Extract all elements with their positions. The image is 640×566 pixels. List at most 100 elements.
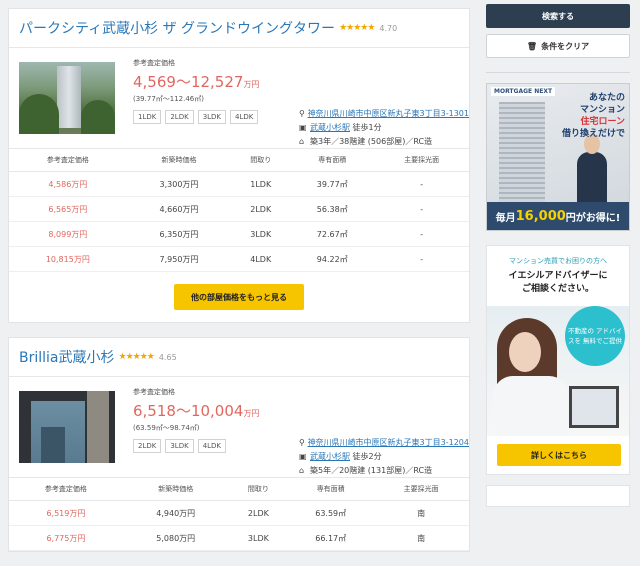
advisor-bubble: 不動産の アドバイスを 無料でご提供 (565, 306, 625, 366)
property-photo[interactable] (19, 62, 115, 134)
rating-value: 4.70 (379, 23, 398, 33)
cell-ref-price: 6,565万円 (9, 196, 127, 222)
property-name-link[interactable]: Brillia武蔵小杉 (19, 347, 115, 367)
property-info: ⚲ 神奈川県川崎市中原区新丸子東3丁目3-1301 ▣ 武蔵小杉駅 徒歩1分 ⌂ 築3… (299, 106, 469, 148)
layout-chip[interactable]: 4LDK (197, 439, 227, 453)
cell-area: 63.59㎡ (288, 500, 374, 526)
col-area: 専有面積 (290, 149, 375, 172)
col-ref-price: 参考査定価格 (9, 149, 127, 172)
advisor-body-image (493, 376, 569, 436)
advisor-ad-heading-line: イエシルアドバイザーに (508, 271, 608, 281)
property-card: パークシティ武蔵小杉 ザ グランドウイングタワー ★★★★★ 4.70 参考査定… (8, 8, 470, 323)
property-list: パークシティ武蔵小杉 ザ グランドウイングタワー ★★★★★ 4.70 参考査定… (8, 8, 470, 566)
tree-image (19, 94, 59, 134)
location-pin-icon: ⚲ (299, 437, 305, 447)
layout-chip[interactable]: 2LDK (165, 110, 194, 124)
price-range: 6,518〜10,004万円 (133, 400, 293, 421)
building-line: ⌂ 築3年／38階建 (506部屋)／RC造 (299, 134, 469, 148)
table-row[interactable]: 10,815万円 7,950万円 4LDK 94.22㎡ - (9, 246, 469, 272)
tower-image (499, 102, 545, 202)
table-row[interactable]: 6,775万円 5,080万円 3LDK 66.17㎡ 南 (9, 525, 469, 551)
cell-layout: 3LDK (228, 525, 289, 551)
cell-layout: 4LDK (231, 246, 291, 272)
ad-savings-suffix: 円がお得に! (565, 212, 621, 224)
search-button[interactable]: 検索する (486, 4, 630, 28)
property-header: パークシティ武蔵小杉 ザ グランドウイングタワー ★★★★★ 4.70 (9, 9, 469, 48)
price-unit: 万円 (243, 80, 260, 89)
advisor-ad-heading: イエシルアドバイザーに ご相談ください。 (487, 270, 629, 296)
layout-chip[interactable]: 4LDK (230, 110, 259, 124)
table-row[interactable]: 4,586万円 3,300万円 1LDK 39.77㎡ - (9, 171, 469, 197)
ad-copy-line: 住宅ローン (580, 117, 625, 127)
layout-chip[interactable]: 3LDK (165, 439, 194, 453)
price-label: 参考査定価格 (133, 388, 175, 396)
layout-chip[interactable]: 3LDK (197, 110, 227, 124)
cell-layout: 3LDK (231, 221, 291, 247)
col-area: 専有面積 (288, 478, 374, 501)
train-icon: ▣ (299, 451, 307, 461)
cell-area: 72.67㎡ (290, 221, 375, 247)
trash-icon: 🗑 (526, 41, 538, 51)
ad-copy-line: マンション (579, 105, 625, 115)
price-range-value: 4,569〜12,527 (133, 73, 244, 91)
advisor-face-image (509, 332, 541, 372)
cell-new-price: 4,940万円 (122, 500, 229, 526)
next-ad-banner (486, 485, 630, 507)
layout-chip[interactable]: 2LDK (133, 439, 162, 453)
table-row[interactable]: 6,519万円 4,940万円 2LDK 63.59㎡ 南 (9, 500, 469, 526)
station-line: ▣ 武蔵小杉駅 徒歩1分 (299, 120, 469, 134)
address-link[interactable]: 神奈川県川崎市中原区新丸子東3丁目3-1204 (308, 437, 469, 448)
train-icon: ▣ (299, 122, 307, 132)
cell-ref-price: 4,586万円 (9, 171, 127, 197)
details-button[interactable]: 詳しくはこちら (497, 444, 621, 466)
col-light: 主要採光面 (374, 149, 469, 172)
advisor-ad-heading-line: ご相談ください。 (521, 284, 594, 294)
address-line: ⚲ 神奈川県川崎市中原区新丸子東3丁目3-1301 (299, 106, 469, 120)
cell-ref-price: 10,815万円 (9, 246, 127, 272)
layout-chips: 2LDK 3LDK 4LDK (133, 439, 293, 453)
room-price-table: 参考査定価格 新築時価格 間取り 専有面積 主要採光面 4,586万円 3,30… (9, 149, 469, 272)
property-info: ⚲ 神奈川県川崎市中原区新丸子東3丁目3-1204 ▣ 武蔵小杉駅 徒歩2分 ⌂ 築5… (299, 435, 469, 477)
station-link[interactable]: 武蔵小杉駅 (310, 122, 350, 133)
col-new-price: 新築時価格 (122, 478, 229, 501)
cell-ref-price: 6,519万円 (9, 500, 123, 526)
more-button-area: 他の部屋価格をもっと見る (9, 272, 469, 322)
clear-label: 条件をクリア (541, 41, 590, 51)
mortgage-ad-banner[interactable]: MORTGAGE NEXT あなたの マンション 住宅ローン 借り換えだけで 毎… (486, 83, 630, 231)
location-pin-icon: ⚲ (299, 108, 305, 118)
property-summary: 参考査定価格 4,569〜12,527万円 (39.77㎡〜112.46㎡) 1… (9, 48, 469, 149)
property-summary: 参考査定価格 6,518〜10,004万円 (63.59㎡〜98.74㎡) 2L… (9, 377, 469, 478)
cell-ref-price: 6,775万円 (9, 525, 123, 551)
station-line: ▣ 武蔵小杉駅 徒歩2分 (299, 449, 469, 463)
building-line: ⌂ 築5年／20階建 (131部屋)／RC造 (299, 463, 469, 477)
col-layout: 間取り (228, 478, 289, 501)
cell-new-price: 5,080万円 (122, 525, 229, 551)
clear-conditions-button[interactable]: 🗑 条件をクリア (486, 34, 630, 58)
property-photo[interactable] (19, 391, 115, 463)
cell-new-price: 7,950万円 (126, 246, 232, 272)
advisor-ad-tagline: マンション売買でお困りの方へ (509, 257, 607, 265)
layout-chip[interactable]: 1LDK (133, 110, 162, 124)
station-link[interactable]: 武蔵小杉駅 (310, 451, 350, 462)
area-range: (63.59㎡〜98.74㎡) (133, 424, 200, 432)
cell-light: - (374, 171, 469, 197)
room-price-table: 参考査定価格 新築時価格 間取り 専有面積 主要採光面 6,519万円 4,94… (9, 478, 469, 551)
cell-new-price: 6,350万円 (126, 221, 232, 247)
cell-light: - (374, 246, 469, 272)
address-line: ⚲ 神奈川県川崎市中原区新丸子東3丁目3-1204 (299, 435, 469, 449)
property-name-link[interactable]: パークシティ武蔵小杉 ザ グランドウイングタワー (19, 18, 335, 38)
advisor-ad-banner: マンション売買でお困りの方へ イエシルアドバイザーに ご相談ください。 不動産の… (486, 245, 630, 475)
property-card: Brillia武蔵小杉 ★★★★★ 4.65 参考査定価格 6,518〜10,0… (8, 337, 470, 552)
building-info: 築3年／38階建 (506部屋)／RC造 (310, 136, 433, 146)
table-row[interactable]: 6,565万円 4,660万円 2LDK 56.38㎡ - (9, 196, 469, 222)
price-unit: 万円 (243, 409, 260, 418)
address-link[interactable]: 神奈川県川崎市中原区新丸子東3丁目3-1301 (308, 108, 469, 119)
price-range: 4,569〜12,527万円 (133, 71, 293, 92)
cell-light: 南 (373, 525, 469, 551)
cell-area: 94.22㎡ (290, 246, 375, 272)
more-rooms-button[interactable]: 他の部屋価格をもっと見る (174, 284, 304, 310)
layout-chips: 1LDK 2LDK 3LDK 4LDK (133, 110, 293, 124)
cell-ref-price: 8,099万円 (9, 221, 127, 247)
cell-light: - (374, 196, 469, 222)
table-row[interactable]: 8,099万円 6,350万円 3LDK 72.67㎡ - (9, 221, 469, 247)
